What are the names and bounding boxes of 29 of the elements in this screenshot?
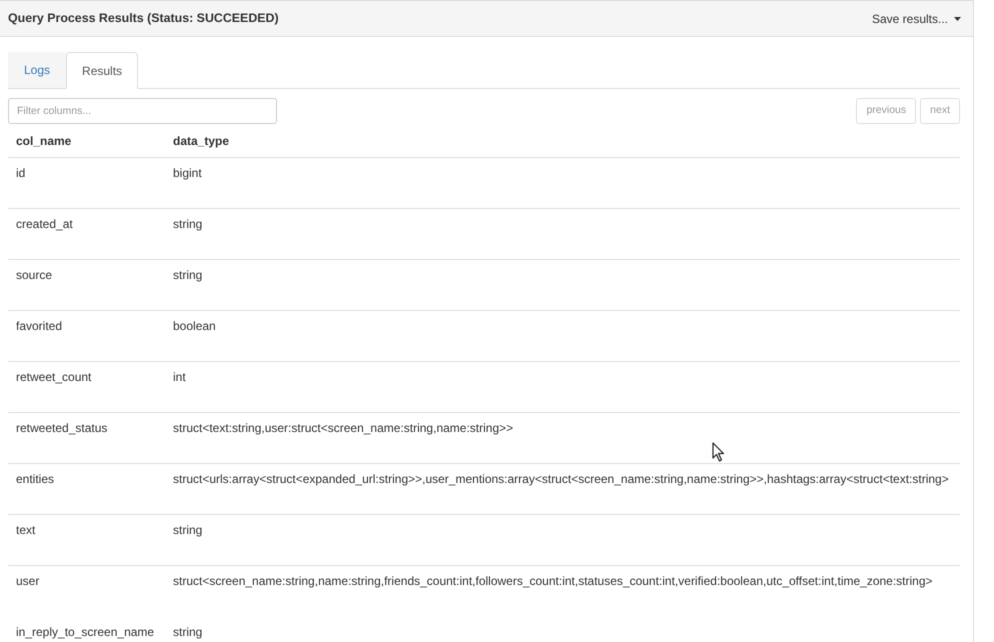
table-cell: string	[173, 268, 202, 282]
panel-title: Query Process Results (Status: SUCCEEDED)	[8, 10, 279, 28]
table-cell: id	[16, 166, 26, 180]
filter-field[interactable]: Filter columns...	[8, 98, 277, 124]
save-results-dropdown[interactable]: Save results...	[872, 10, 961, 28]
table-cell: boolean	[173, 319, 216, 333]
table-cell: struct<urls:array<struct<expanded_url:string>>,user_mentions:array<struct<screen_name:string,name:string>>,hashtags:array<struct<text:string>	[173, 472, 949, 486]
table-cell: in_reply_to_screen_name	[16, 625, 154, 639]
table-cell: int	[173, 370, 186, 384]
table-cell: bigint	[173, 166, 202, 180]
table-cell: string	[173, 523, 202, 537]
table-cell: string	[173, 625, 202, 639]
table-cell: user	[16, 574, 40, 588]
table-cell: entities	[16, 472, 54, 486]
column-header: data_type	[173, 134, 230, 148]
table-cell: retweeted_status	[16, 421, 108, 435]
table-cell: struct<screen_name:string,name:string,friends_count:int,followers_count:int,statuses_count:int,verified:boolean,utc_offset:int,time_zone:string>	[173, 574, 933, 588]
tab[interactable]: Logs	[8, 52, 66, 88]
tab[interactable]: Results	[66, 52, 138, 89]
table-cell: favorited	[16, 319, 62, 333]
table-cell: text	[16, 523, 36, 537]
table-cell: struct<text:string,user:struct<screen_name:string,name:string>>	[173, 421, 514, 435]
table-cell: source	[16, 268, 52, 282]
mouse-pointer-icon	[712, 442, 725, 462]
table-cell: retweet_count	[16, 370, 92, 384]
table-cell: created_at	[16, 217, 73, 231]
caret-icon	[954, 16, 961, 20]
column-header: col_name	[16, 134, 72, 148]
table-cell: string	[173, 217, 202, 231]
